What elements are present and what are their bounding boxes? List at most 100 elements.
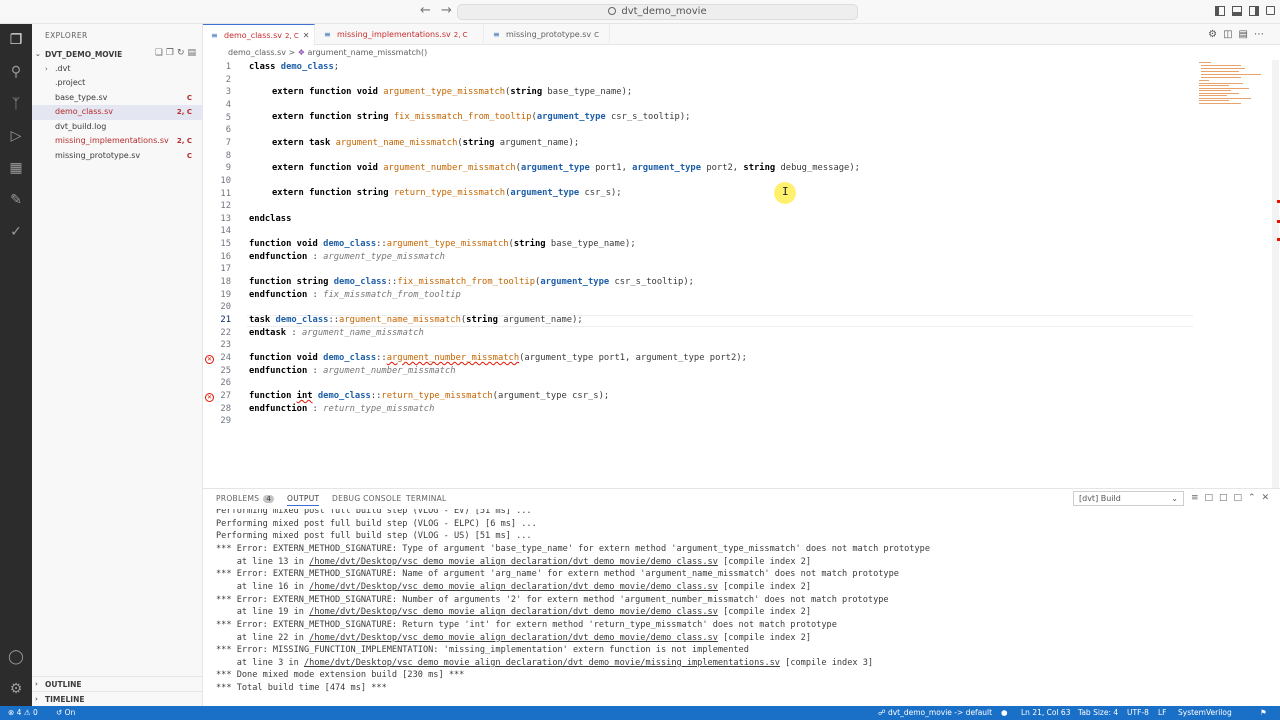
code-line-7: extern task argument_name_missmatch(stri… bbox=[272, 138, 580, 148]
outline-section[interactable]: › OUTLINE bbox=[32, 676, 203, 691]
timeline-section[interactable]: › TIMELINE bbox=[32, 691, 203, 706]
vertical-scrollbar[interactable] bbox=[1271, 60, 1280, 488]
output-line: *** Error: EXTERN_METHOD_SIGNATURE: Name… bbox=[216, 569, 899, 580]
tree-item-demo-class[interactable]: demo_class.sv 2, C bbox=[32, 105, 203, 120]
file-icon: ≡ bbox=[324, 30, 331, 39]
editor-actions[interactable]: ⚙◫▤⋯ bbox=[1208, 29, 1270, 40]
dvt-check-icon[interactable]: ✓ bbox=[7, 223, 25, 241]
tree-item-label: dvt_build.log bbox=[55, 122, 107, 131]
forward-arrow-icon[interactable]: → bbox=[441, 3, 452, 18]
tab-demo-class[interactable]: ≡ demo_class.sv 2, C ✕ bbox=[203, 24, 315, 46]
line-number: 28 bbox=[220, 403, 231, 414]
file-link[interactable]: /home/dvt/Desktop/vsc_demo_movie_align_d… bbox=[309, 607, 718, 617]
line-number: 7 bbox=[225, 137, 231, 148]
chevron-right-icon: › bbox=[45, 65, 48, 73]
end-of-line[interactable]: LF bbox=[1158, 706, 1167, 720]
output-line: *** Error: MISSING_FUNCTION_IMPLEMENTATI… bbox=[216, 645, 749, 656]
command-center-search[interactable]: dvt_demo_movie bbox=[457, 4, 858, 20]
run-debug-icon[interactable]: ▷ bbox=[7, 127, 25, 145]
code-line-3: extern function void argument_type_missm… bbox=[272, 87, 633, 97]
line-number: 29 bbox=[220, 416, 231, 427]
customize-layout-icon[interactable] bbox=[1266, 6, 1275, 15]
close-icon[interactable]: ✕ bbox=[303, 31, 310, 40]
explorer-icon[interactable]: ❐ bbox=[7, 31, 25, 49]
line-number: 25 bbox=[220, 365, 231, 376]
back-arrow-icon[interactable]: ← bbox=[420, 3, 431, 18]
tab-label: missing_implementations.sv bbox=[337, 30, 451, 39]
output-line: at line 13 in /home/dvt/Desktop/vsc_demo… bbox=[216, 557, 811, 567]
tree-item-badge: C bbox=[186, 152, 192, 160]
breadcrumb-file[interactable]: demo_class.sv bbox=[228, 48, 286, 57]
line-number: 8 bbox=[225, 150, 231, 161]
output-channel-select[interactable]: [dvt] Build ⌄ bbox=[1073, 491, 1184, 506]
search-icon bbox=[608, 7, 617, 15]
tree-item-project[interactable]: .project bbox=[32, 76, 203, 91]
dvt-edit-icon[interactable]: ✎ bbox=[7, 191, 25, 209]
tree-item-label: missing_implementations.sv bbox=[55, 136, 169, 145]
line-number: 23 bbox=[220, 340, 231, 351]
file-link[interactable]: /home/dvt/Desktop/vsc_demo_movie_align_d… bbox=[309, 557, 718, 567]
language-mode[interactable]: SystemVerilog bbox=[1178, 706, 1232, 720]
tab-size[interactable]: Tab Size: 4 bbox=[1078, 706, 1118, 720]
gear-icon[interactable]: ⚙ bbox=[7, 680, 25, 698]
code-editor[interactable]: 1 2 3 4 5 6 7 8 9 10 11 12 13 14 15 16 17 18 19 20 21 22 23 24 2… bbox=[203, 60, 1280, 488]
output-text: [compile index 2] bbox=[717, 581, 812, 592]
code-line-16: endfunction : argument_type_missmatch bbox=[249, 252, 445, 262]
explorer-actions[interactable]: ❏❐↻▤ bbox=[155, 48, 199, 58]
line-number: 9 bbox=[225, 163, 231, 174]
tree-item-dvt[interactable]: › .dvt bbox=[32, 62, 203, 77]
code-line-25: endfunction : argument_number_missmatch bbox=[249, 366, 456, 376]
tab-status: C bbox=[594, 31, 600, 39]
tree-item-base-type[interactable]: base_type.sv C bbox=[32, 91, 203, 106]
tab-missing-implementations[interactable]: ≡ missing_implementations.sv 2, C bbox=[316, 24, 484, 45]
breadcrumb-symbol[interactable]: argument_name_missmatch() bbox=[308, 48, 428, 57]
output-channel-value: [dvt] Build bbox=[1079, 494, 1121, 503]
toggle-secondary-sidebar-icon[interactable] bbox=[1249, 6, 1259, 16]
tree-item-dvt-build-log[interactable]: dvt_build.log bbox=[32, 120, 203, 135]
ports-status[interactable]: ↺ On bbox=[56, 706, 75, 720]
minimap[interactable] bbox=[1195, 60, 1270, 105]
tab-missing-prototype[interactable]: ≡ missing_prototype.sv C bbox=[485, 24, 610, 45]
line-number: 19 bbox=[220, 289, 231, 300]
tab-terminal[interactable]: TERMINAL bbox=[406, 494, 447, 503]
search-icon[interactable]: ⚲ bbox=[7, 63, 25, 81]
explorer-header: EXPLORER bbox=[45, 31, 88, 40]
extensions-icon[interactable]: ▦ bbox=[7, 159, 25, 177]
file-link[interactable]: /home/dvt/Desktop/vsc_demo_movie_align_d… bbox=[309, 633, 718, 643]
file-link[interactable]: /home/dvt/Desktop/vsc_demo_movie_align_d… bbox=[309, 582, 718, 592]
error-icon[interactable]: ✕ bbox=[205, 355, 214, 364]
code-line-9: extern function void argument_number_mis… bbox=[272, 163, 860, 173]
tab-label: missing_prototype.sv bbox=[506, 30, 592, 39]
tab-output[interactable]: OUTPUT bbox=[287, 494, 320, 506]
file-link[interactable]: /home/dvt/Desktop/vsc_demo_movie_align_d… bbox=[304, 658, 780, 668]
problems-status[interactable]: ⊗ 4 ⚠ 0 bbox=[8, 706, 38, 720]
tree-item-missing-implementations[interactable]: missing_implementations.sv 2, C bbox=[32, 134, 203, 149]
source-control-icon[interactable]: ᛉ bbox=[7, 95, 25, 113]
error-icon[interactable]: ✕ bbox=[205, 393, 214, 402]
account-icon[interactable]: ◯ bbox=[7, 648, 25, 666]
panel-actions[interactable]: ≡□□□⌃✕ bbox=[1191, 493, 1275, 503]
encoding[interactable]: UTF-8 bbox=[1127, 706, 1149, 720]
output-text: [compile index 2] bbox=[717, 556, 812, 567]
tab-problems[interactable]: PROBLEMS 4 bbox=[216, 494, 275, 503]
toggle-panel-icon[interactable] bbox=[1232, 6, 1242, 16]
output-line: at line 22 in /home/dvt/Desktop/vsc_demo… bbox=[216, 633, 811, 643]
chevron-right-icon: › bbox=[35, 695, 38, 703]
output-log[interactable]: Performing mixed post full build step (V… bbox=[216, 509, 1276, 705]
output-line: *** Done mixed mode extension build [230… bbox=[216, 670, 465, 681]
tab-debug-console[interactable]: DEBUG CONSOLE bbox=[332, 494, 402, 503]
build-target-status[interactable]: ☍ dvt_demo_movie -> default bbox=[878, 706, 992, 720]
bell-icon[interactable]: ⚑ bbox=[1260, 706, 1267, 720]
toggle-sidebar-icon[interactable] bbox=[1215, 6, 1225, 16]
code-line-28: endfunction : return_type_missmatch bbox=[249, 404, 435, 414]
sync-status-icon[interactable]: ● bbox=[1001, 706, 1008, 720]
method-icon: ❖ bbox=[297, 48, 305, 57]
tab-status: 2, C bbox=[453, 31, 468, 39]
line-number: 13 bbox=[220, 213, 231, 224]
tree-item-missing-prototype[interactable]: missing_prototype.sv C bbox=[32, 149, 203, 164]
cursor-position[interactable]: Ln 21, Col 63 bbox=[1021, 706, 1070, 720]
tab-label: OUTPUT bbox=[287, 494, 320, 503]
line-number: 21 bbox=[220, 315, 231, 325]
output-line: *** Error: EXTERN_METHOD_SIGNATURE: Type… bbox=[216, 543, 930, 554]
breadcrumb[interactable]: demo_class.sv > ❖ argument_name_missmatc… bbox=[228, 48, 427, 57]
